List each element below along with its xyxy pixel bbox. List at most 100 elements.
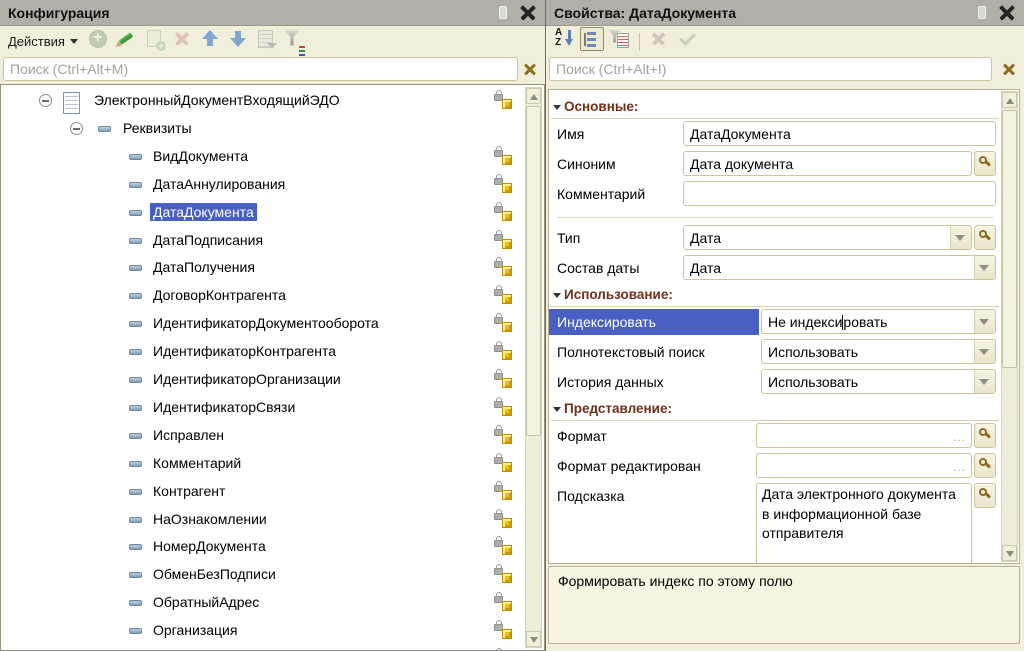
field-input-edit-format[interactable]: ... xyxy=(756,453,972,478)
clear-search-icon[interactable] xyxy=(523,62,537,76)
dropdown-arrow-icon[interactable] xyxy=(974,256,995,279)
tree-item[interactable]: ВидДокумента xyxy=(1,143,523,171)
tree-item[interactable]: ИдентификаторДокументооборота xyxy=(1,310,523,338)
configuration-panel: Конфигурация Действия ЭлектронныйДокумен… xyxy=(0,0,545,651)
property-label-name[interactable]: Имя xyxy=(557,126,681,142)
magnifier-icon[interactable] xyxy=(974,483,996,508)
property-label-type[interactable]: Тип xyxy=(557,230,681,246)
tree-item[interactable]: ЭлектронныйДокументВходящийЭДО xyxy=(1,87,523,115)
tree-item[interactable]: ДатаПодписания xyxy=(1,227,523,255)
add-button[interactable] xyxy=(86,27,110,51)
property-label-data-history[interactable]: История данных xyxy=(557,374,757,390)
property-label-comment[interactable]: Комментарий xyxy=(557,186,681,202)
property-label-date-parts[interactable]: Состав даты xyxy=(557,260,681,276)
tree-item[interactable]: Контрагент xyxy=(1,478,523,506)
scroll-up-icon[interactable] xyxy=(526,88,541,104)
property-row-format: Формат... xyxy=(549,422,1000,452)
sort-list-button[interactable] xyxy=(254,27,278,51)
magnifier-icon[interactable] xyxy=(974,151,996,176)
magnifier-icon[interactable] xyxy=(974,225,996,250)
separator xyxy=(557,217,993,218)
section-label: Использование: xyxy=(564,287,673,302)
properties-scrollbar[interactable] xyxy=(1001,91,1018,562)
lock-and-object-badges xyxy=(494,647,516,650)
chevron-down-icon xyxy=(69,38,78,44)
tree-scrollbar[interactable] xyxy=(525,87,542,648)
tree-item[interactable]: НаОзнакомлении xyxy=(1,506,523,534)
scroll-up-icon[interactable] xyxy=(1002,92,1017,108)
property-label-fulltext-search[interactable]: Полнотекстовый поиск xyxy=(557,344,757,360)
tree-item[interactable]: ОбратныйАдрес xyxy=(1,589,523,617)
tree-item[interactable]: ДатаПолучения xyxy=(1,254,523,282)
field-input-format[interactable]: ... xyxy=(756,423,972,448)
dropdown-arrow-icon[interactable] xyxy=(950,226,971,249)
property-label-format[interactable]: Формат xyxy=(557,428,753,444)
lock-and-object-badges xyxy=(494,563,516,587)
property-label-tooltip[interactable]: Подсказка xyxy=(557,488,753,504)
actions-menu-button[interactable]: Действия xyxy=(8,34,78,49)
scrollbar-thumb[interactable] xyxy=(526,106,541,436)
field-input-comment[interactable] xyxy=(683,181,996,206)
scroll-down-icon[interactable] xyxy=(526,631,541,647)
pin-icon[interactable] xyxy=(978,6,986,19)
properties-search-input[interactable] xyxy=(549,57,992,81)
tree-item[interactable]: ИдентификаторОрганизации xyxy=(1,366,523,394)
field-input-type[interactable]: Дата xyxy=(683,225,972,250)
field-input-indexing[interactable]: Не индексировать xyxy=(761,309,996,334)
tree-item[interactable]: ДатаАннулирования xyxy=(1,171,523,199)
property-label-indexing[interactable]: Индексировать xyxy=(549,309,759,335)
section-header[interactable]: Представление: xyxy=(551,398,999,421)
properties-search-row xyxy=(546,56,1024,85)
tree-item[interactable]: НомерДокумента xyxy=(1,533,523,561)
move-up-button[interactable] xyxy=(198,27,222,51)
sort-alpha-button[interactable] xyxy=(552,27,576,51)
cancel-edit-button[interactable] xyxy=(647,27,671,51)
field-input-date-parts[interactable]: Дата xyxy=(683,255,996,280)
edit-button[interactable] xyxy=(114,27,138,51)
section-header[interactable]: Использование: xyxy=(551,284,999,307)
delete-button[interactable] xyxy=(170,27,194,51)
tree-item[interactable]: Комментарий xyxy=(1,450,523,478)
tree-item[interactable]: ДоговорКонтрагента xyxy=(1,282,523,310)
tree-item[interactable]: ИдентификаторСвязи xyxy=(1,394,523,422)
property-label-edit-format[interactable]: Формат редактирован xyxy=(557,458,753,474)
field-input-synonym[interactable]: Дата документа xyxy=(683,151,972,176)
tree-item[interactable]: Реквизиты xyxy=(1,115,523,143)
clear-search-icon[interactable] xyxy=(1002,62,1016,76)
dash-icon xyxy=(129,265,142,271)
tree-item[interactable] xyxy=(1,645,523,650)
field-input-tooltip[interactable]: Дата электронного документа в информацио… xyxy=(756,483,972,563)
categories-view-button[interactable] xyxy=(580,26,604,51)
magnifier-icon[interactable] xyxy=(974,423,996,448)
close-icon[interactable] xyxy=(519,4,537,22)
dropdown-arrow-icon[interactable] xyxy=(974,310,995,333)
collapse-icon[interactable] xyxy=(70,122,83,135)
copy-button[interactable] xyxy=(142,27,166,51)
close-icon[interactable] xyxy=(998,4,1016,22)
filter-properties-button[interactable] xyxy=(608,27,632,51)
dropdown-arrow-icon[interactable] xyxy=(974,340,995,363)
tree-item[interactable]: Исправлен xyxy=(1,422,523,450)
configuration-search-input[interactable] xyxy=(3,57,518,81)
tree-item[interactable]: ИдентификаторКонтрагента xyxy=(1,338,523,366)
tree-item[interactable]: Организация xyxy=(1,617,523,645)
collapse-icon[interactable] xyxy=(39,94,52,107)
property-label-synonym[interactable]: Синоним xyxy=(557,156,681,172)
property-row-indexing: Индексировать Не индексировать xyxy=(549,308,1000,338)
dropdown-arrow-icon[interactable] xyxy=(974,370,995,393)
scrollbar-thumb[interactable] xyxy=(1002,110,1017,368)
lock-and-object-badges xyxy=(494,256,516,280)
pin-icon[interactable] xyxy=(499,6,507,19)
tree-item-selected[interactable]: ДатаДокумента xyxy=(1,199,523,227)
section-label: Основные: xyxy=(564,99,639,114)
scroll-down-icon[interactable] xyxy=(1002,545,1017,561)
field-input-name[interactable]: ДатаДокумента xyxy=(683,121,996,146)
magnifier-icon[interactable] xyxy=(974,453,996,478)
filter-button[interactable] xyxy=(282,27,306,51)
section-header[interactable]: Основные: xyxy=(551,96,999,119)
field-input-fulltext-search[interactable]: Использовать xyxy=(761,339,996,364)
field-input-data-history[interactable]: Использовать xyxy=(761,369,996,394)
move-down-button[interactable] xyxy=(226,27,250,51)
apply-edit-button[interactable] xyxy=(675,27,699,51)
tree-item[interactable]: ОбменБезПодписи xyxy=(1,561,523,589)
